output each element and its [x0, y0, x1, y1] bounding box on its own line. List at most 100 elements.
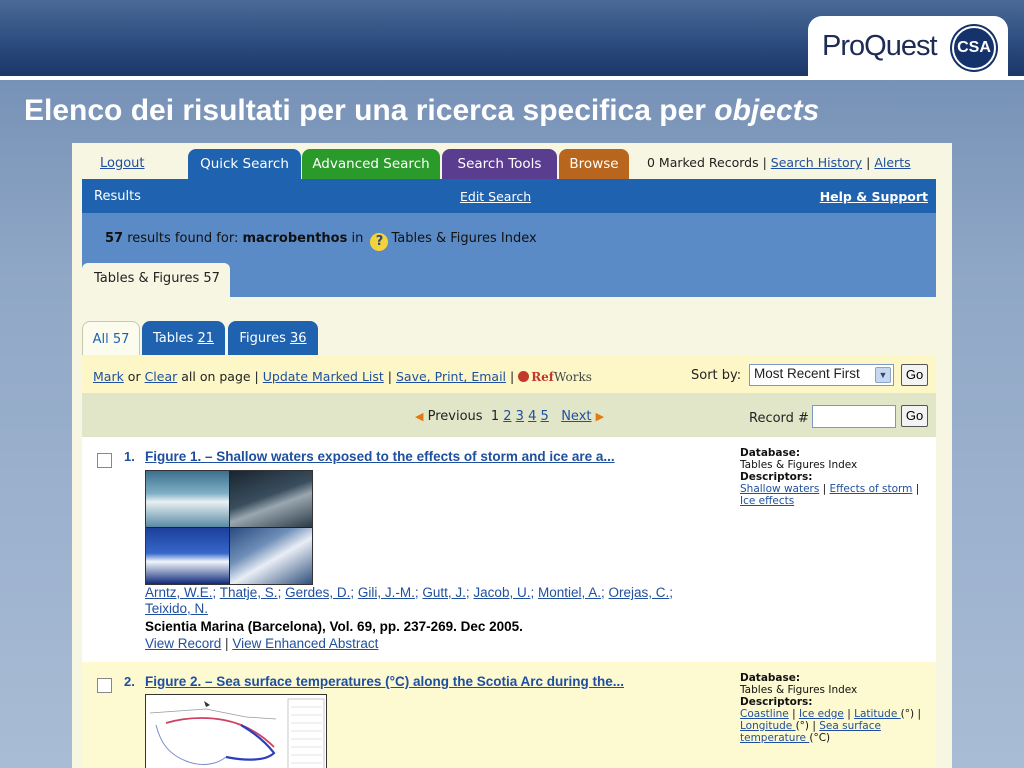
subtab-figures[interactable]: Figures 36	[228, 321, 318, 355]
refworks-icon	[518, 371, 530, 382]
sort-select[interactable]: Most Recent First ▼	[749, 364, 894, 386]
database-value: Tables & Figures Index	[740, 684, 858, 696]
marked-records-count: 0 Marked Records	[647, 155, 759, 170]
author-link[interactable]: Gerdes, D.	[285, 585, 350, 600]
record-number-label: Record #	[749, 411, 809, 426]
tab-advanced-search[interactable]: Advanced Search	[302, 149, 440, 179]
mark-separator: |	[506, 369, 519, 384]
record-number-input[interactable]	[812, 405, 896, 428]
nav-separator: |	[758, 155, 771, 170]
page-link[interactable]: 4	[528, 409, 536, 424]
record-checkbox[interactable]	[97, 453, 112, 468]
descriptor-list: Shallow waters | Effects of storm | Ice e…	[740, 483, 920, 507]
subtab-all[interactable]: All 57	[82, 321, 140, 355]
mark-actions: Mark or Clear all on page | Update Marke…	[93, 369, 592, 384]
figure-thumbnail[interactable]	[145, 470, 313, 585]
view-abstract-link[interactable]: View Enhanced Abstract	[232, 636, 378, 651]
descriptor-link[interactable]: Ice edge	[799, 708, 844, 720]
help-support-link[interactable]: Help & Support	[820, 189, 928, 204]
help-question-icon[interactable]: ?	[370, 233, 389, 251]
record-metadata: Database: Tables & Figures Index Descrip…	[740, 672, 930, 744]
alerts-link[interactable]: Alerts	[874, 155, 910, 170]
next-arrow-icon: ▶	[595, 410, 605, 423]
subtab-figures-label: Figures	[239, 331, 291, 346]
record-title-link[interactable]: Figure 2. – Sea surface temperatures (°C…	[145, 674, 624, 689]
author-link[interactable]: Gili, J.-M.	[358, 585, 415, 600]
subtab-tables-label: Tables	[152, 331, 198, 346]
descriptor-link[interactable]: Shallow waters	[740, 483, 819, 495]
descriptor-link[interactable]: Coastline	[740, 708, 789, 720]
record-go-button[interactable]: Go	[901, 405, 928, 427]
author-link[interactable]: Teixido, N.	[145, 601, 208, 616]
author-link[interactable]: Thatje, S.	[220, 585, 278, 600]
results-found-summary: 57 results found for: macrobenthos in ? T…	[105, 231, 537, 251]
next-link[interactable]: Next	[561, 409, 591, 424]
record-number: 2.	[124, 674, 135, 689]
thumbnail-panel	[229, 471, 312, 527]
pagination-bar: ◀ Previous 1 2 3 4 5 Next ▶ Record # Go	[82, 393, 936, 437]
subtab-tables[interactable]: Tables 21	[142, 321, 225, 355]
author-link[interactable]: Montiel, A.	[538, 585, 601, 600]
index-name: Tables & Figures Index	[391, 231, 537, 246]
page-link[interactable]: 3	[516, 409, 524, 424]
save-print-email-link[interactable]: Save, Print, Email	[396, 369, 506, 384]
mark-separator: |	[383, 369, 396, 384]
result-item: 1. Figure 1. – Shallow waters exposed to…	[82, 437, 936, 662]
author-link[interactable]: Arntz, W.E.	[145, 585, 213, 600]
database-label: Database:	[740, 672, 801, 684]
update-marked-list-link[interactable]: Update Marked List	[263, 369, 384, 384]
author-link[interactable]: Orejas, C.	[609, 585, 670, 600]
record-number: 1.	[124, 449, 135, 464]
record-checkbox[interactable]	[97, 678, 112, 693]
page-link[interactable]: 5	[541, 409, 549, 424]
logout-link[interactable]: Logout	[100, 156, 145, 171]
results-summary-panel: 57 results found for: macrobenthos in ? T…	[82, 213, 936, 297]
descriptor-unit: (°)	[900, 708, 915, 720]
author-link[interactable]: Jacob, U.	[473, 585, 530, 600]
descriptor-link[interactable]: Effects of storm	[830, 483, 913, 495]
map-thumbnail-graphic	[146, 695, 326, 768]
result-item: 2. Figure 2. – Sea surface temperatures …	[82, 662, 936, 768]
top-navigation: Logout Quick Search Advanced Search Sear…	[72, 143, 952, 179]
found-text-in: in	[347, 231, 368, 246]
sort-go-button[interactable]: Go	[901, 364, 928, 386]
mark-toolbar: Mark or Clear all on page | Update Marke…	[82, 355, 936, 393]
subtab-tables-count[interactable]: 21	[197, 331, 214, 346]
previous-label: Previous	[427, 409, 483, 424]
tab-quick-search[interactable]: Quick Search	[188, 149, 301, 179]
edit-search-link[interactable]: Edit Search	[460, 189, 531, 204]
tab-search-tools[interactable]: Search Tools	[442, 149, 557, 179]
logo-part-q: Q	[864, 30, 887, 62]
mark-link[interactable]: Mark	[93, 369, 124, 384]
descriptor-link[interactable]: Latitude	[854, 708, 901, 720]
thumbnail-panel	[146, 471, 229, 527]
nav-right-links: 0 Marked Records | Search History | Aler…	[647, 155, 911, 170]
logo-wordmark: ProQuest	[822, 30, 938, 63]
result-count: 57	[105, 231, 124, 246]
current-page: 1	[490, 409, 500, 424]
descriptor-link[interactable]: Ice effects	[740, 495, 794, 507]
descriptor-link[interactable]: Longitude	[740, 720, 796, 732]
results-label: Results	[94, 189, 141, 204]
author-link[interactable]: Gutt, J.	[422, 585, 466, 600]
clear-link[interactable]: Clear	[145, 369, 178, 384]
thumbnail-panel	[229, 528, 312, 584]
view-record-link[interactable]: View Record	[145, 636, 221, 651]
record-view-links: View Record | View Enhanced Abstract	[145, 636, 379, 651]
chevron-down-icon: ▼	[875, 367, 891, 383]
refworks-ref: Ref	[531, 370, 554, 384]
descriptor-list: Coastline | Ice edge | Latitude (°) | Lon…	[740, 708, 921, 744]
refworks-link[interactable]: RefWorks	[518, 370, 592, 384]
page-link[interactable]: 2	[503, 409, 511, 424]
slide-title-emphasis: objects	[714, 94, 820, 127]
slide-title-text: Elenco dei risultati per una ricerca spe…	[24, 94, 715, 127]
nav-separator: |	[862, 155, 875, 170]
figure-thumbnail[interactable]	[145, 694, 327, 768]
descriptor-unit: (°C)	[809, 732, 831, 744]
record-title-link[interactable]: Figure 1. – Shallow waters exposed to th…	[145, 449, 615, 464]
search-history-link[interactable]: Search History	[771, 155, 862, 170]
tab-browse[interactable]: Browse	[559, 149, 629, 179]
logo-part-pro: Pro	[822, 30, 865, 62]
tab-tables-figures[interactable]: Tables & Figures 57	[82, 263, 230, 297]
subtab-figures-count[interactable]: 36	[290, 331, 307, 346]
